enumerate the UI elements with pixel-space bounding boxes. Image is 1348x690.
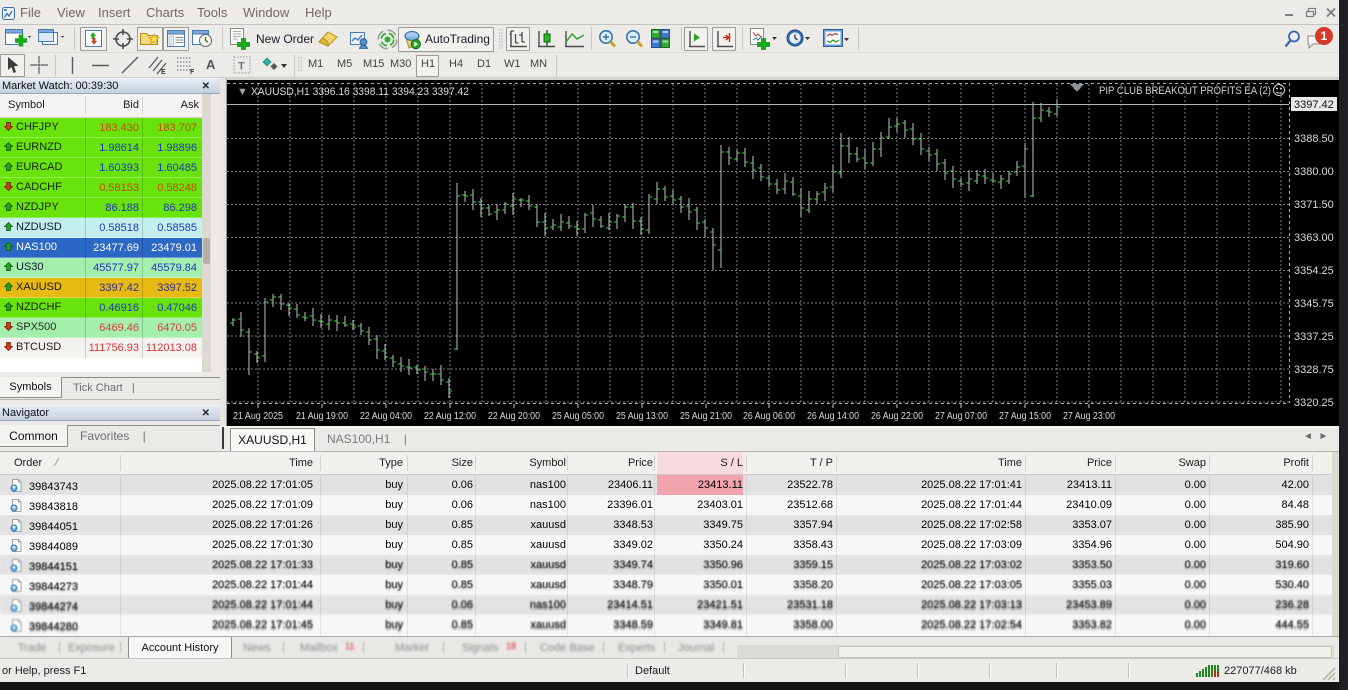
svg-text:3363.00: 3363.00 xyxy=(1294,232,1334,244)
svg-text:3397.42: 3397.42 xyxy=(1294,99,1334,111)
svg-text:3371.50: 3371.50 xyxy=(1294,199,1334,211)
svg-text:3320.25: 3320.25 xyxy=(1294,397,1334,409)
svg-text:21 Aug 2025: 21 Aug 2025 xyxy=(233,411,283,422)
svg-text:3345.75: 3345.75 xyxy=(1294,298,1334,310)
svg-text:25 Aug 21:00: 25 Aug 21:00 xyxy=(680,411,732,422)
svg-text:F: F xyxy=(190,69,195,75)
svg-text:3380.00: 3380.00 xyxy=(1294,166,1334,178)
svg-text:22 Aug 04:00: 22 Aug 04:00 xyxy=(360,411,412,422)
svg-text:E: E xyxy=(161,69,166,75)
svg-text:3337.25: 3337.25 xyxy=(1294,331,1334,343)
svg-text:25 Aug 05:00: 25 Aug 05:00 xyxy=(552,411,604,422)
svg-text:3388.50: 3388.50 xyxy=(1294,133,1334,145)
svg-text:21 Aug 19:00: 21 Aug 19:00 xyxy=(296,411,348,422)
svg-text:27 Aug 23:00: 27 Aug 23:00 xyxy=(1063,411,1115,422)
svg-text:PIP CLUB BREAKOUT PROFITS EA (: PIP CLUB BREAKOUT PROFITS EA (2) xyxy=(1099,85,1271,97)
svg-text:26 Aug 22:00: 26 Aug 22:00 xyxy=(871,411,923,422)
svg-text:27 Aug 07:00: 27 Aug 07:00 xyxy=(935,411,987,422)
svg-text:26 Aug 14:00: 26 Aug 14:00 xyxy=(807,411,859,422)
svg-text:3354.25: 3354.25 xyxy=(1294,265,1334,277)
svg-text:T: T xyxy=(238,61,245,73)
svg-text:3328.75: 3328.75 xyxy=(1294,364,1334,376)
svg-text:25 Aug 13:00: 25 Aug 13:00 xyxy=(616,411,668,422)
svg-text:27 Aug 15:00: 27 Aug 15:00 xyxy=(999,411,1051,422)
svg-text:22 Aug 12:00: 22 Aug 12:00 xyxy=(424,411,476,422)
svg-text:22 Aug 20:00: 22 Aug 20:00 xyxy=(488,411,540,422)
svg-text:▼ XAUUSD,H1 3396.16 3398.11 3: ▼ XAUUSD,H1 3396.16 3398.11 3394.23 3397… xyxy=(237,86,469,98)
svg-text:26 Aug 06:00: 26 Aug 06:00 xyxy=(743,411,795,422)
